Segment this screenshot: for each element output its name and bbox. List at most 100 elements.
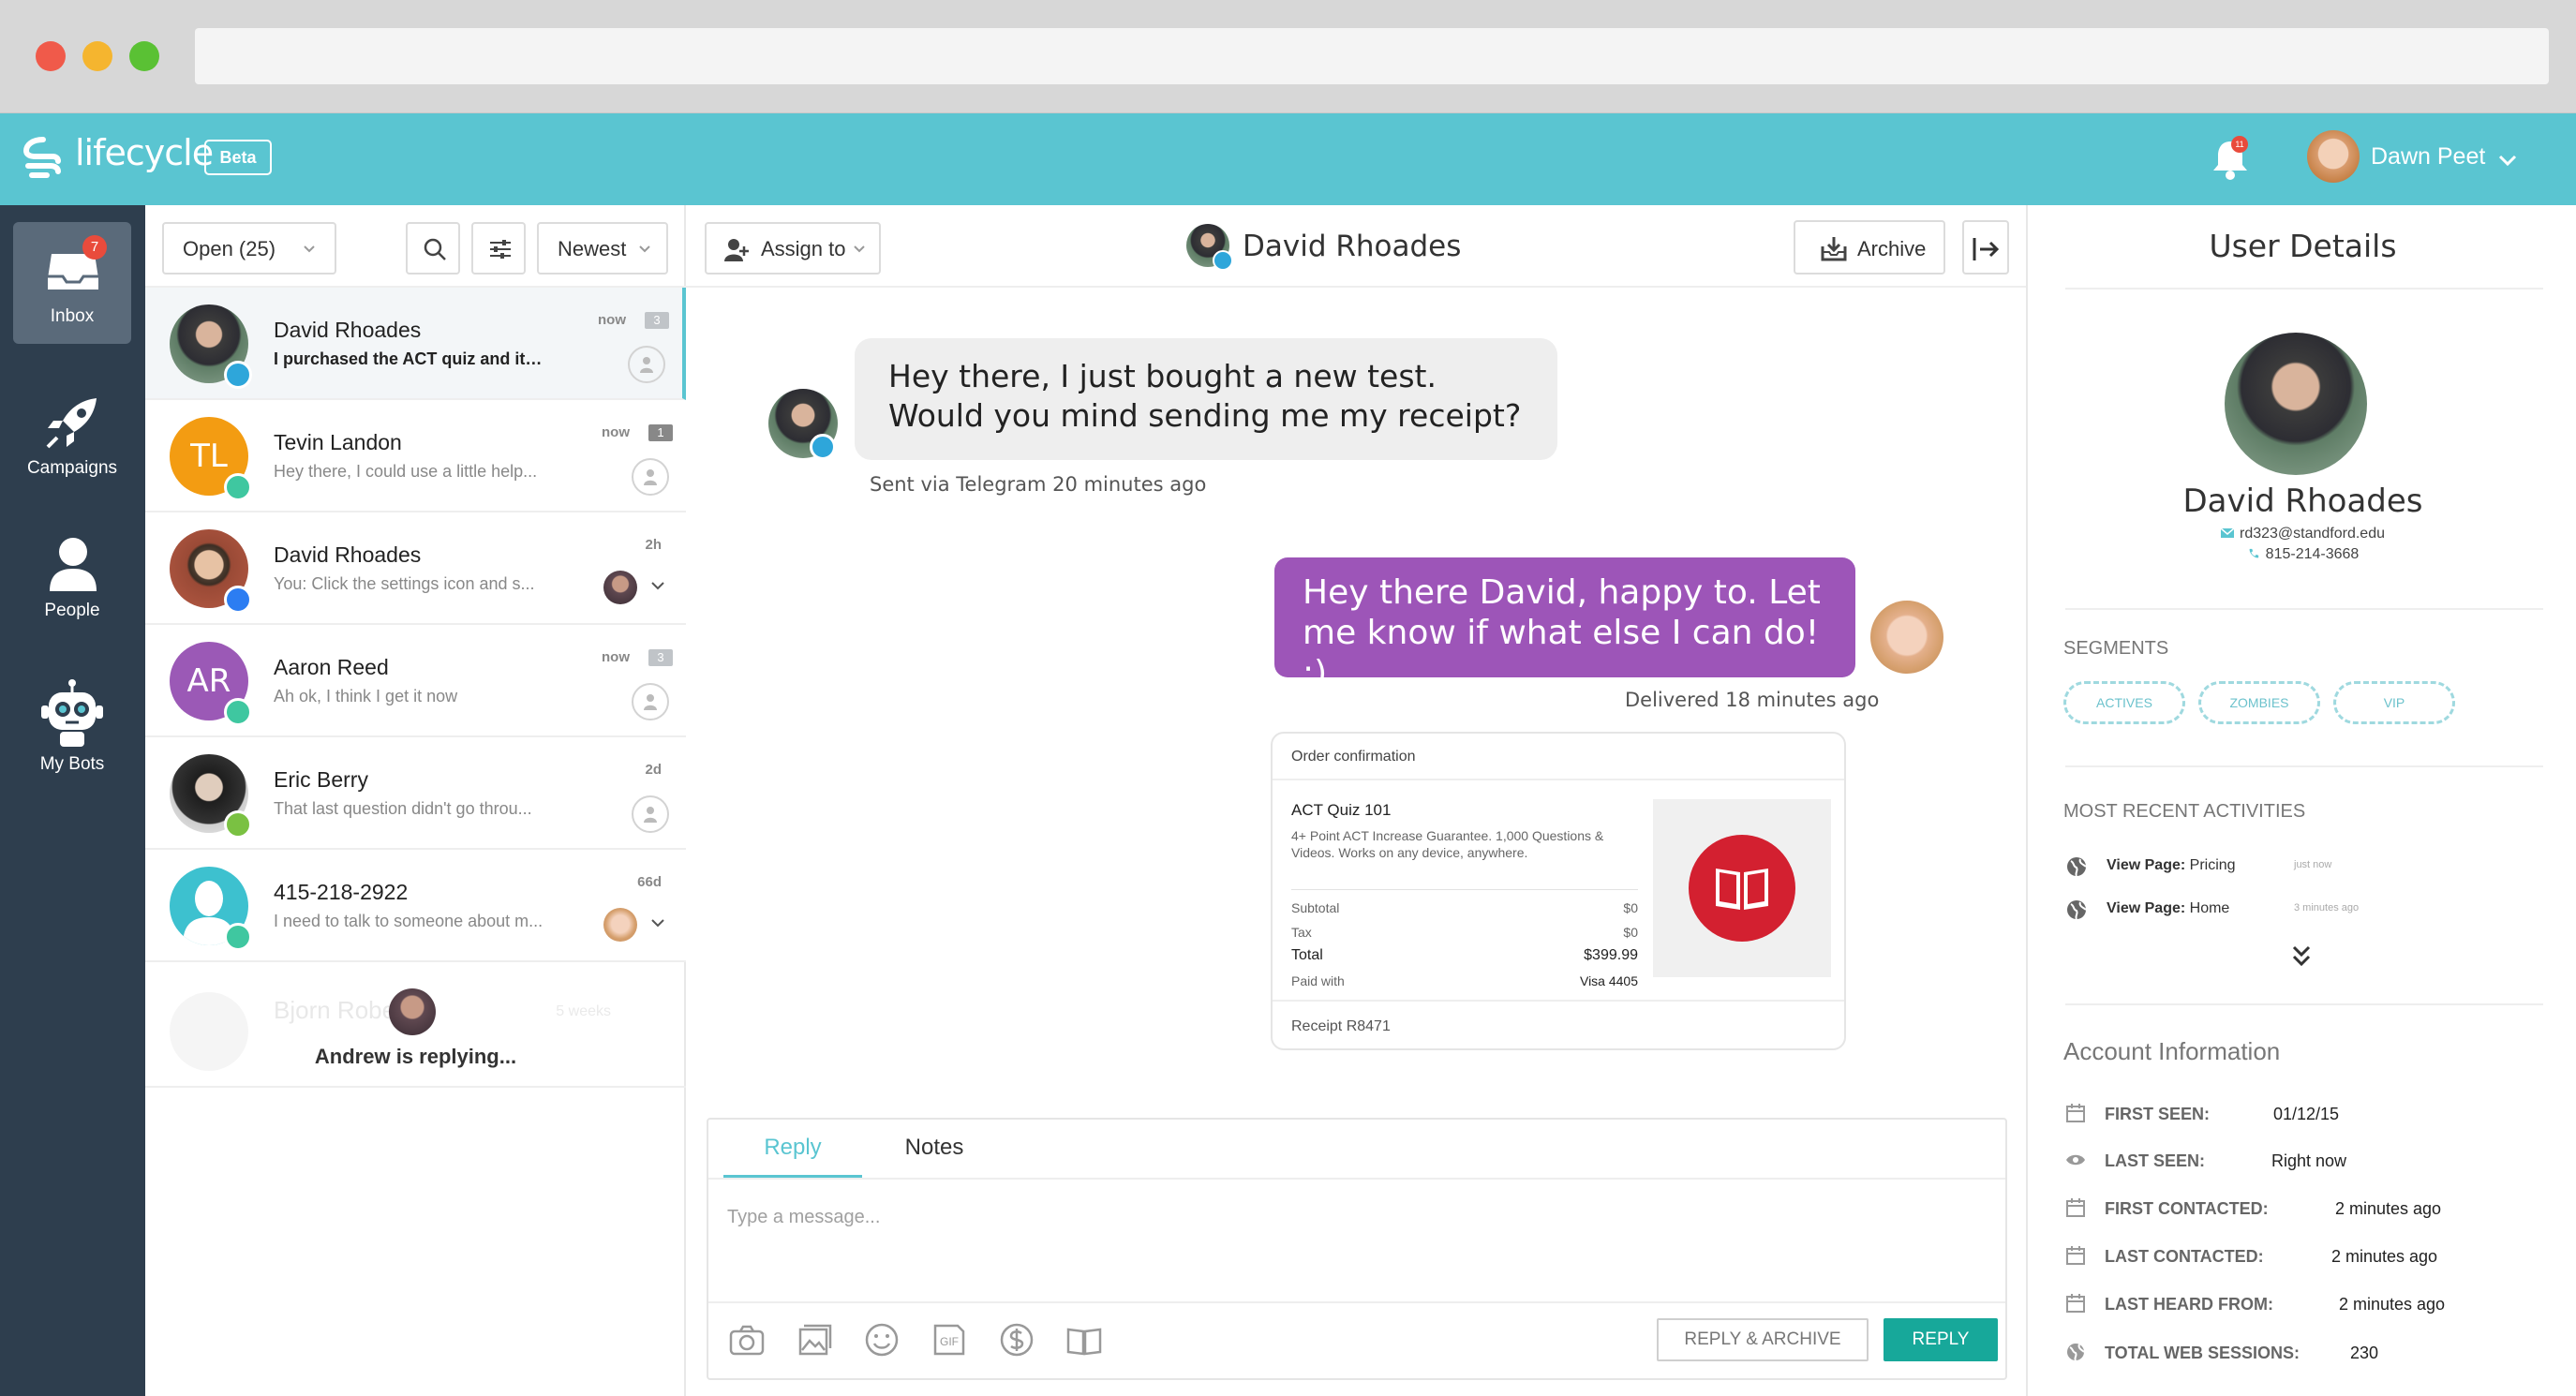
user-phone-text: 815-214-3668 — [2265, 546, 2360, 562]
message-composer: Reply Notes GIF REPLY & ARCHIVE REPLY — [707, 1118, 2007, 1380]
account-key: TOTAL WEB SESSIONS: — [2105, 1344, 2301, 1362]
brand-name: lifecycle — [75, 132, 214, 173]
tab-reply[interactable]: Reply — [723, 1120, 862, 1178]
contact-name: David Rhoades — [274, 318, 422, 342]
inbox-unread-badge: 7 — [82, 235, 107, 260]
address-bar[interactable] — [195, 28, 2549, 84]
nav-inbox-label: Inbox — [50, 306, 95, 326]
receipt-row-label: Total — [1291, 947, 1323, 963]
message-preview: Hey there, I could use a little help... — [274, 462, 538, 481]
contact-name: Eric Berry — [274, 767, 368, 792]
receipt-card: Order confirmation ACT Quiz 101 4+ Point… — [1271, 732, 1846, 1050]
open-book-icon — [1716, 869, 1768, 910]
user-phone[interactable]: 815-214-3668 — [2028, 546, 2576, 563]
conversation-item[interactable]: David Rhoades I purchased the ACT quiz a… — [145, 288, 686, 400]
search-icon — [424, 238, 446, 260]
account-information-heading: Account Information — [2063, 1037, 2281, 1065]
chevron-down-icon[interactable] — [2496, 149, 2519, 171]
kik-channel-icon — [224, 810, 252, 839]
window-minimize-button[interactable] — [82, 41, 112, 71]
divider — [2065, 608, 2543, 610]
receipt-row-label: Paid with — [1291, 973, 1345, 988]
conversation-item[interactable]: Eric Berry That last question didn't go … — [145, 737, 686, 850]
account-row-last-seen: LAST SEEN: Right now — [2065, 1150, 2543, 1178]
conversation-item[interactable]: TL Tevin Landon Hey there, I could use a… — [145, 400, 686, 512]
globe-icon — [2067, 900, 2087, 920]
outgoing-message-meta: Delivered 18 minutes ago — [1625, 689, 1880, 711]
sort-dropdown[interactable]: Newest — [537, 222, 668, 275]
sort-label: Newest — [558, 237, 627, 260]
expand-more-icon[interactable] — [2288, 943, 2315, 970]
messenger-channel-icon — [224, 586, 252, 614]
chevron-down-icon[interactable] — [650, 578, 665, 593]
conversation-item[interactable]: 415-218-2922 I need to talk to someone a… — [145, 850, 686, 962]
user-profile-name: David Rhoades — [2182, 483, 2423, 520]
activity-label: View Page: — [2107, 900, 2186, 916]
rocket-icon — [46, 398, 97, 449]
camera-icon[interactable] — [727, 1320, 767, 1359]
chevron-down-icon — [854, 245, 865, 253]
receipt-row-label: Tax — [1291, 925, 1312, 940]
message-input[interactable] — [727, 1198, 1983, 1236]
nav-people[interactable]: People — [13, 516, 131, 638]
receipt-row-value: $0 — [1623, 925, 1638, 940]
segment-tag[interactable]: VIP — [2333, 681, 2455, 724]
gif-icon[interactable]: GIF — [930, 1320, 969, 1359]
person-add-icon — [644, 694, 657, 710]
close-panel-button[interactable] — [1962, 220, 2009, 275]
conversation-item[interactable]: David Rhoades You: Click the settings ic… — [145, 512, 686, 625]
chevron-down-icon — [639, 245, 650, 253]
message-time: 66d — [637, 874, 662, 890]
assigned-agent-avatar[interactable] — [603, 908, 637, 942]
nav-inbox[interactable]: 7 Inbox — [13, 222, 131, 344]
segment-tag[interactable]: ACTIVES — [2063, 681, 2185, 724]
payment-dollar-icon[interactable] — [997, 1320, 1036, 1359]
agent-avatar — [1870, 601, 1943, 674]
account-row-first-contacted: FIRST CONTACTED: 2 minutes ago — [2065, 1197, 2543, 1225]
chevron-down-icon[interactable] — [650, 915, 665, 930]
emoji-icon[interactable] — [862, 1320, 901, 1359]
image-icon[interactable] — [795, 1320, 834, 1359]
reply-button[interactable]: REPLY — [1884, 1318, 1998, 1361]
window-close-button[interactable] — [36, 41, 66, 71]
user-profile-avatar — [2225, 333, 2367, 475]
app-header: lifecycle Beta 11 Dawn Peet — [0, 113, 2576, 205]
message-time: now — [602, 649, 630, 665]
account-key: FIRST SEEN: — [2105, 1105, 2211, 1123]
chat-channel-icon — [224, 473, 252, 501]
person-add-icon — [640, 357, 653, 373]
nav-campaigns[interactable]: Campaigns — [13, 374, 131, 496]
conversation-pane: Assign to David Rhoades Archive Hey ther… — [686, 205, 2026, 1396]
assigned-agent-avatar[interactable] — [603, 571, 637, 604]
status-filter-dropdown[interactable]: Open (25) — [162, 222, 336, 275]
filter-settings-button[interactable] — [471, 222, 526, 275]
message-preview: That last question didn't go throu... — [274, 799, 532, 818]
user-email[interactable]: rd323@standford.edu — [2028, 526, 2576, 542]
conversation-item-replying[interactable]: Bjorn Roberts 5 weeks Andrew is replying… — [145, 975, 686, 1088]
assign-agent-button[interactable] — [628, 346, 665, 383]
archive-button[interactable]: Archive — [1794, 220, 1945, 275]
search-button[interactable] — [406, 222, 460, 275]
assign-agent-button[interactable] — [632, 458, 669, 496]
assign-agent-button[interactable] — [632, 795, 669, 833]
conversation-toolbar: Assign to David Rhoades Archive — [686, 205, 2026, 288]
current-user-name[interactable]: Dawn Peet — [2371, 143, 2485, 171]
window-maximize-button[interactable] — [129, 41, 159, 71]
segment-tag[interactable]: ZOMBIES — [2198, 681, 2320, 724]
user-avatar[interactable] — [2307, 130, 2360, 183]
message-time: now — [602, 424, 630, 440]
nav-campaigns-label: Campaigns — [26, 458, 118, 478]
nav-my-bots[interactable]: My Bots — [13, 670, 131, 792]
book-icon[interactable] — [1065, 1320, 1104, 1359]
account-key: FIRST CONTACTED: — [2105, 1199, 2269, 1218]
contact-name: Tevin Landon — [274, 430, 402, 454]
conversation-item[interactable]: AR Aaron Reed Ah ok, I think I get it no… — [145, 625, 686, 737]
reply-and-archive-button[interactable]: REPLY & ARCHIVE — [1657, 1318, 1869, 1361]
account-value: 2 minutes ago — [2335, 1199, 2442, 1218]
assign-agent-button[interactable] — [632, 683, 669, 720]
account-value: 01/12/15 — [2273, 1105, 2340, 1123]
assign-to-dropdown[interactable]: Assign to — [705, 222, 881, 275]
person-icon — [50, 538, 97, 591]
account-row-last-contacted: LAST CONTACTED: 2 minutes ago — [2065, 1245, 2543, 1273]
tab-notes[interactable]: Notes — [873, 1120, 995, 1178]
